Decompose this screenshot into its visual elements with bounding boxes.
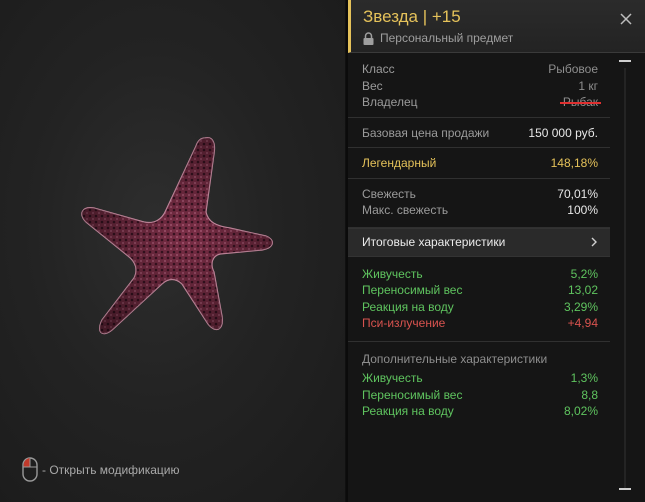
stat-row: Реакция на воду 3,29% bbox=[362, 299, 598, 316]
stat-label: Живучесть bbox=[362, 266, 423, 281]
rarity-row: Легендарный 148,18% bbox=[362, 155, 598, 172]
scrollbar-top-cap bbox=[619, 60, 631, 62]
extra-stat-label: Переносимый вес bbox=[362, 387, 463, 402]
stat-value: +4,94 bbox=[567, 316, 598, 330]
extra-stat-row: Реакция на воду 8,02% bbox=[362, 403, 598, 420]
stat-value: 3,29% bbox=[563, 299, 598, 314]
item-subtitle: Персональный предмет bbox=[363, 31, 513, 45]
rarity-value: 148,18% bbox=[550, 156, 598, 170]
stat-row: Живучесть 5,2% bbox=[362, 266, 598, 283]
extra-stats-header: Дополнительные характеристики bbox=[362, 351, 548, 366]
owner-row: Владелец Рыбак bbox=[362, 94, 602, 111]
price-row: Базовая цена продажи 150 000 руб. bbox=[362, 125, 598, 142]
stat-value: 13,02 bbox=[567, 283, 598, 297]
total-characteristics-button[interactable]: Итоговые характеристики bbox=[348, 227, 610, 257]
scrollbar-track bbox=[624, 68, 626, 488]
stat-row: Переносимый вес 13,02 bbox=[362, 282, 598, 299]
stat-value: 5,2% bbox=[570, 266, 598, 281]
close-icon[interactable] bbox=[619, 12, 633, 26]
chevron-right-icon bbox=[591, 237, 597, 247]
rarity-label: Легендарный bbox=[362, 156, 437, 170]
rarity-section: Легендарный 148,18% bbox=[348, 148, 610, 179]
price-value: 150 000 руб. bbox=[528, 125, 598, 140]
item-info-panel: Звезда | +15 Персональный предмет Класс … bbox=[346, 0, 645, 502]
extra-stat-value: 8,02% bbox=[563, 404, 598, 418]
extra-stat-label: Реакция на воду bbox=[362, 404, 454, 418]
price-section: Базовая цена продажи 150 000 руб. bbox=[348, 118, 610, 148]
item-header: Звезда | +15 Персональный предмет bbox=[348, 0, 645, 53]
open-modification-hint: - Открыть модификацию bbox=[22, 457, 180, 482]
freshness-row: Свежесть 70,01% bbox=[362, 186, 598, 203]
stat-label: Переносимый вес bbox=[362, 283, 463, 297]
price-label: Базовая цена продажи bbox=[362, 125, 490, 140]
stat-row: Пси-излучение +4,94 bbox=[362, 315, 598, 332]
stats-scrollbar[interactable] bbox=[618, 60, 632, 490]
item-title: Звезда | +15 bbox=[363, 7, 461, 26]
class-row: Класс Рыбовое bbox=[362, 61, 598, 78]
extra-stat-value: 8,8 bbox=[581, 387, 598, 402]
scrollbar-bottom-cap bbox=[619, 488, 631, 490]
extra-stat-label: Живучесть bbox=[362, 371, 423, 385]
max-freshness-row: Макс. свежесть 100% bbox=[362, 202, 598, 219]
weight-label: Вес bbox=[362, 78, 383, 93]
owner-value-redacted: Рыбак bbox=[559, 95, 602, 109]
stat-label: Пси-излучение bbox=[362, 316, 446, 330]
item-preview-pane: - Открыть модификацию bbox=[0, 0, 346, 502]
extra-stats-section: Дополнительные характеристики Живучесть … bbox=[348, 342, 610, 426]
subtitle-text: Персональный предмет bbox=[380, 31, 514, 45]
total-characteristics-label: Итоговые характеристики bbox=[362, 235, 506, 249]
freshness-label: Свежесть bbox=[362, 186, 416, 201]
hint-text: - Открыть модификацию bbox=[42, 462, 180, 477]
freshness-value: 70,01% bbox=[557, 186, 598, 201]
stat-label: Реакция на воду bbox=[362, 299, 454, 314]
owner-label: Владелец bbox=[362, 95, 418, 109]
starfish-image bbox=[81, 137, 273, 335]
stats-section: Живучесть 5,2% Переносимый вес 13,02 Реа… bbox=[348, 257, 610, 342]
extra-stat-value: 1,3% bbox=[570, 371, 598, 385]
extra-stat-row: Переносимый вес 8,8 bbox=[362, 387, 598, 404]
class-value: Рыбовое bbox=[548, 62, 598, 76]
mouse-icon bbox=[22, 457, 38, 482]
stats-body: Класс Рыбовое Вес 1 кг Владелец Рыбак Ба… bbox=[348, 54, 610, 426]
max-freshness-value: 100% bbox=[567, 203, 598, 217]
weight-value: 1 кг bbox=[578, 78, 598, 93]
weight-row: Вес 1 кг bbox=[362, 78, 598, 95]
class-label: Класс bbox=[362, 62, 395, 76]
lock-icon bbox=[363, 31, 374, 45]
basic-info-section: Класс Рыбовое Вес 1 кг Владелец Рыбак bbox=[348, 54, 610, 118]
max-freshness-label: Макс. свежесть bbox=[362, 203, 449, 217]
freshness-section: Свежесть 70,01% Макс. свежесть 100% bbox=[348, 179, 610, 228]
extra-stat-row: Живучесть 1,3% bbox=[362, 370, 598, 387]
